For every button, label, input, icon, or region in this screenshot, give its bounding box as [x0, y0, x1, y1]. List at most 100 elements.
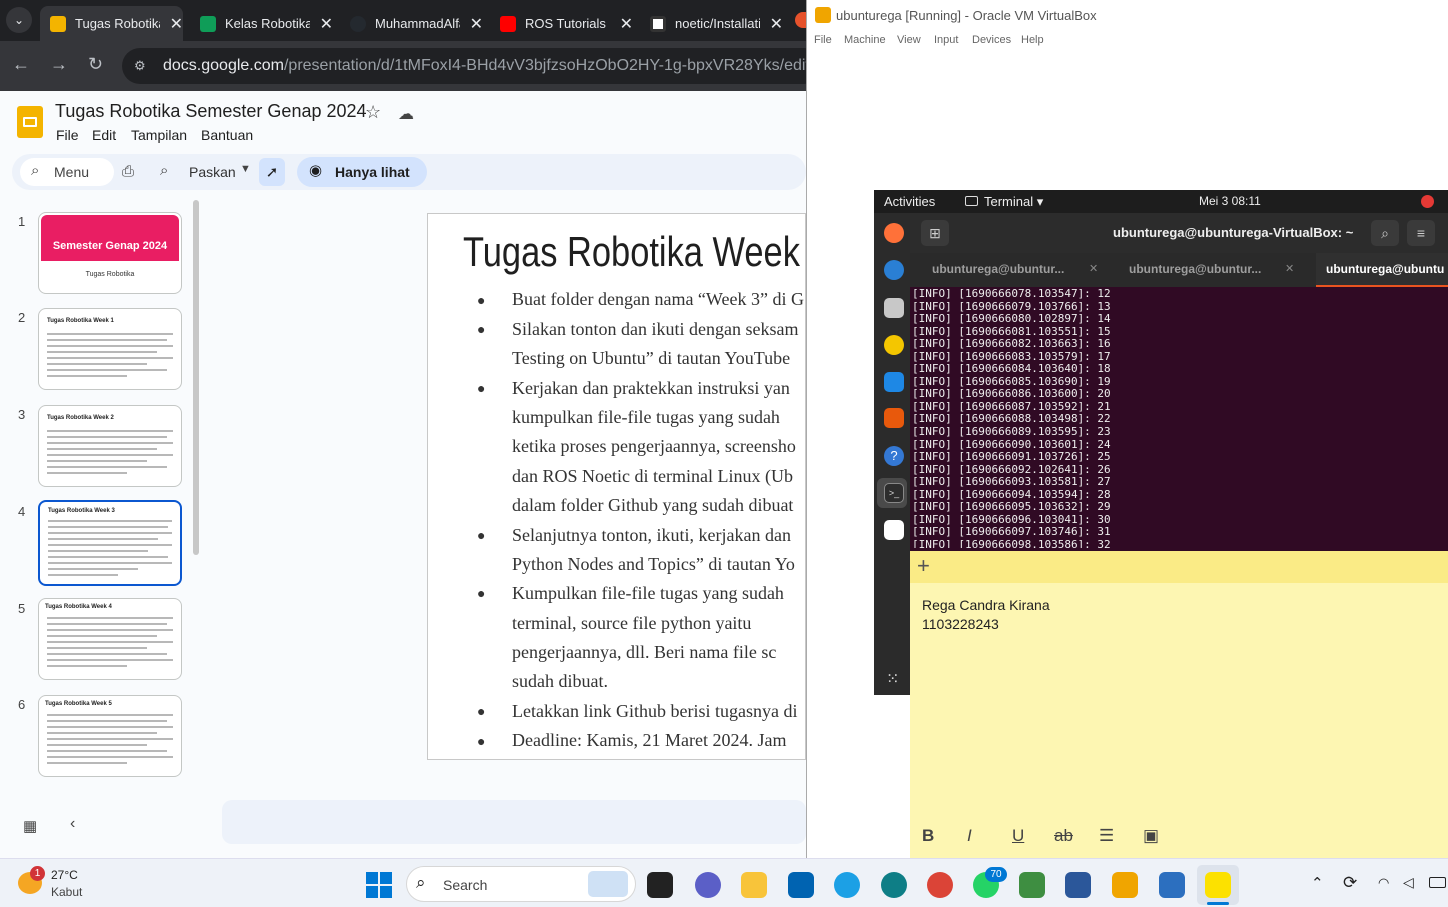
star-icon[interactable]: ☆	[365, 102, 381, 123]
grid-view-icon[interactable]: ▦	[23, 817, 37, 835]
volume-icon[interactable]: ◁	[1403, 874, 1414, 891]
terminal-tab-2[interactable]: ubunturega@ubuntur...	[1129, 262, 1261, 276]
select-cursor-icon[interactable]: ➚	[259, 158, 285, 186]
browser-tab-youtube[interactable]: ROS Tutorials ✕	[490, 6, 633, 41]
slide-thumbnail-5[interactable]: Tugas Robotika Week 4	[38, 598, 182, 680]
forward-icon[interactable]: →	[50, 54, 68, 75]
software-icon[interactable]	[884, 408, 904, 428]
activities-button[interactable]: Activities	[884, 194, 935, 209]
sticky-note-header	[910, 551, 1448, 583]
google-slides-logo-icon[interactable]	[17, 106, 43, 138]
slide-thumbnail-2[interactable]: Tugas Robotika Week 1	[38, 308, 182, 390]
thunderbird-icon[interactable]	[884, 260, 904, 280]
vbox-menu-file[interactable]: File	[814, 34, 832, 46]
writer-icon[interactable]	[884, 372, 904, 392]
show-apps-icon[interactable]: ⁙	[886, 669, 899, 689]
note-line-2[interactable]: 1103228243	[922, 616, 999, 632]
files-icon[interactable]	[884, 298, 904, 318]
rhythmbox-icon[interactable]	[884, 335, 904, 355]
strikethrough-button[interactable]: ab	[1054, 826, 1073, 846]
document-title[interactable]: Tugas Robotika Semester Genap 2024	[55, 101, 367, 122]
browser-tab-ros-wiki[interactable]: noetic/Installation ✕	[640, 6, 783, 41]
power-icon[interactable]	[1421, 195, 1434, 208]
tab-search-button[interactable]: ⌄	[6, 7, 32, 33]
close-icon[interactable]: ✕	[1285, 262, 1294, 275]
slide-thumbnail-3[interactable]: Tugas Robotika Week 2	[38, 405, 182, 487]
windows-start-icon[interactable]	[366, 872, 392, 898]
sticky-notes-icon[interactable]	[1205, 872, 1231, 898]
terminal-tab-1[interactable]: ubunturega@ubuntur...	[932, 262, 1064, 276]
browser-tab-slides[interactable]: Tugas Robotika Semester Genap 2024 ✕	[40, 6, 183, 41]
menu-file[interactable]: File	[56, 127, 79, 143]
teams-chat-icon[interactable]	[695, 872, 721, 898]
italic-button[interactable]: I	[967, 826, 972, 846]
wifi-icon[interactable]: ◠	[1378, 875, 1389, 891]
close-icon[interactable]: ✕	[320, 14, 333, 34]
notepad-icon[interactable]	[1159, 872, 1185, 898]
new-tab-icon[interactable]: ⊞	[921, 220, 949, 246]
arduino-icon[interactable]	[881, 872, 907, 898]
menu-edit[interactable]: Edit	[92, 127, 116, 143]
site-info-icon[interactable]: ⚙	[134, 58, 150, 74]
vbox-menu-machine[interactable]: Machine	[844, 34, 886, 46]
cube-app-icon[interactable]	[1065, 872, 1091, 898]
speaker-notes-area[interactable]	[222, 800, 806, 844]
note-line-1[interactable]: Rega Candra Kirana	[922, 597, 1050, 613]
reload-icon[interactable]: ↻	[88, 54, 103, 75]
cloud-status-icon[interactable]: ☁	[398, 104, 414, 124]
search-icon[interactable]: ⌕	[1371, 220, 1399, 246]
browser-tab-classroom[interactable]: Kelas Robotika ✕	[190, 6, 333, 41]
task-view-icon[interactable]	[647, 872, 673, 898]
close-icon[interactable]: ✕	[470, 14, 483, 34]
terminal-icon[interactable]: >_	[884, 483, 904, 503]
chevron-up-icon[interactable]: ⌃	[1311, 874, 1324, 892]
url-text[interactable]: docs.google.com/presentation/d/1tMFoxI4-…	[163, 57, 806, 75]
help-icon[interactable]: ?	[884, 446, 904, 466]
zoom-icon[interactable]: ⌕	[160, 162, 168, 179]
virtualbox-taskbar-icon[interactable]	[1112, 872, 1138, 898]
vbox-menu-devices[interactable]: Devices	[972, 34, 1011, 46]
sheet-app-icon[interactable]	[1019, 872, 1045, 898]
edge-icon[interactable]	[834, 872, 860, 898]
file-explorer-icon[interactable]	[741, 872, 767, 898]
battery-icon[interactable]	[1429, 877, 1446, 888]
app-menu-terminal[interactable]: Terminal ▾	[984, 194, 1043, 210]
sync-icon[interactable]: ⟳	[1343, 873, 1357, 893]
collapse-panel-icon[interactable]: ‹	[70, 815, 75, 833]
image-icon[interactable]: ▣	[1143, 826, 1159, 846]
bold-button[interactable]: B	[922, 826, 934, 846]
clock[interactable]: Mei 3 08:11	[1199, 194, 1261, 208]
weather-condition[interactable]: Kabut	[51, 885, 82, 899]
vbox-menu-input[interactable]: Input	[934, 34, 958, 46]
menu-view[interactable]: Tampilan	[131, 127, 187, 143]
slide-thumbnail-4[interactable]: Tugas Robotika Week 3	[38, 500, 182, 586]
vbox-menu-view[interactable]: View	[897, 34, 921, 46]
close-icon[interactable]: ✕	[1089, 262, 1098, 275]
slide-thumbnail-1[interactable]: Semester Genap 2024 Tugas Robotika	[38, 212, 182, 294]
chrome-icon[interactable]	[927, 872, 953, 898]
underline-button[interactable]: U	[1012, 826, 1024, 846]
menu-help[interactable]: Bantuan	[201, 127, 253, 143]
chevron-down-icon[interactable]: ▼	[240, 163, 251, 175]
close-icon[interactable]: ✕	[770, 14, 783, 34]
close-icon[interactable]: ✕	[170, 14, 183, 34]
vbox-menu-help[interactable]: Help	[1021, 34, 1044, 46]
list-icon[interactable]: ☰	[1099, 826, 1114, 846]
thumbnail-scrollbar[interactable]	[193, 200, 199, 555]
hamburger-menu-icon[interactable]: ≡	[1407, 220, 1435, 246]
temperature[interactable]: 27°C	[51, 868, 78, 882]
print-icon[interactable]: ⎙	[122, 163, 134, 180]
terminal-output[interactable]: [INFO] [1690666078.103547]: 12 [INFO] [1…	[912, 288, 1446, 548]
slide-thumbnail-6[interactable]: Tugas Robotika Week 5	[38, 695, 182, 777]
microsoft-store-icon[interactable]	[788, 872, 814, 898]
text-editor-icon[interactable]	[884, 520, 904, 540]
thumb-title: Tugas Robotika Week 2	[47, 415, 114, 421]
add-note-icon[interactable]: +	[917, 553, 930, 579]
terminal-tab-3[interactable]: ubunturega@ubuntu	[1326, 262, 1448, 276]
zoom-select[interactable]: Paskan	[189, 164, 236, 180]
partial-tab-icon[interactable]	[795, 12, 806, 28]
back-icon[interactable]: ←	[12, 54, 30, 75]
firefox-icon[interactable]	[884, 223, 904, 243]
browser-tab-github[interactable]: MuhammadAlfarisi ✕	[340, 6, 483, 41]
close-icon[interactable]: ✕	[620, 14, 633, 34]
